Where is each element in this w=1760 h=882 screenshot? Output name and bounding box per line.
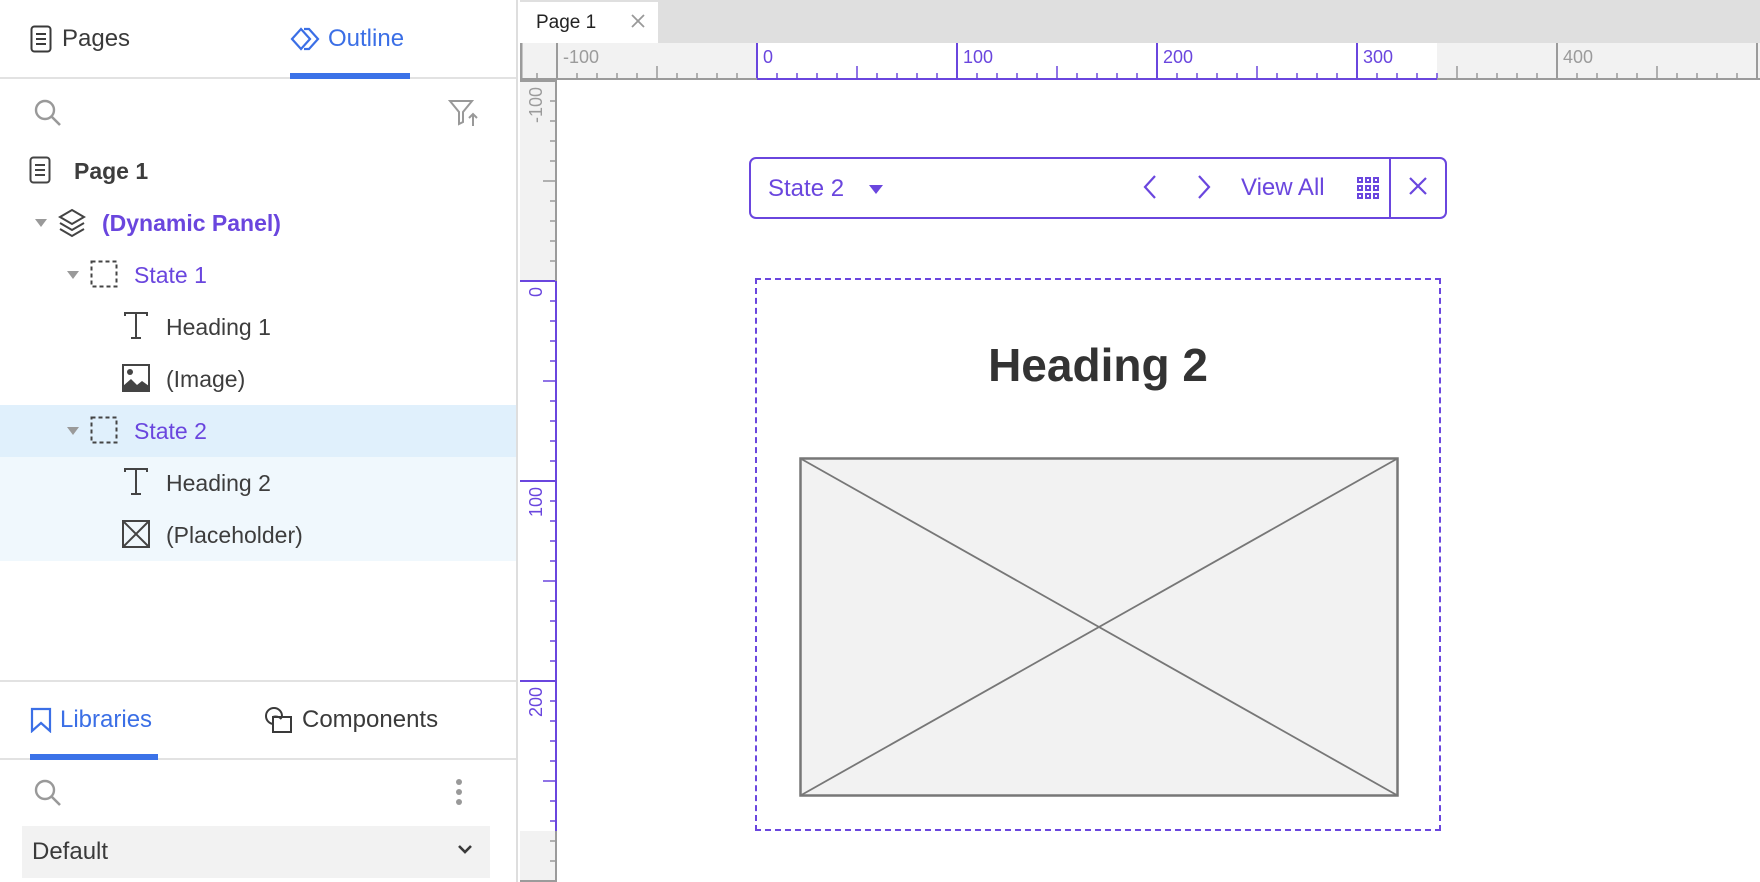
sidebar-tabs: Pages Outline (0, 0, 516, 79)
document-tab-page-1[interactable]: Page 1 (520, 2, 658, 43)
tree-item-heading-2[interactable]: Heading 2 (0, 457, 516, 509)
tab-libraries-label: Libraries (60, 706, 153, 733)
tree-item-placeholder[interactable]: (Placeholder) (0, 509, 516, 561)
tree-item-image[interactable]: (Image) (0, 353, 516, 405)
dynamic-panel-state-area[interactable]: Heading 2 (755, 278, 1441, 831)
dropdown-arrow-icon[interactable] (869, 185, 883, 194)
ruler-label: 400 (1563, 47, 1593, 67)
ruler-label: 0 (526, 287, 546, 297)
active-library-tab-indicator (30, 754, 158, 760)
tab-outline-label: Outline (328, 25, 405, 52)
tab-components-label: Components (302, 706, 439, 733)
library-select[interactable]: Default (22, 826, 490, 878)
chevron-left-icon (1143, 175, 1156, 199)
tree-item-label: Page 1 (74, 157, 149, 184)
expand-caret-icon[interactable] (67, 427, 79, 435)
tab-outline[interactable]: Outline (290, 0, 404, 78)
tab-libraries[interactable]: Libraries (30, 682, 152, 758)
left-sidebar: Pages Outline Page 1 (Dynamic Panel) Sta… (0, 0, 518, 882)
image-icon (122, 364, 152, 394)
ruler-label: 100 (526, 487, 546, 517)
ruler-label: 300 (1363, 47, 1393, 67)
placeholder-widget[interactable] (799, 457, 1399, 797)
tree-item-label: State 1 (134, 261, 207, 288)
tree-item-label: State 2 (134, 417, 207, 444)
placeholder-icon (122, 520, 152, 550)
tree-item-label: Heading 1 (166, 313, 271, 340)
ruler-label: -100 (526, 87, 546, 123)
outline-tree: Page 1 (Dynamic Panel) State 1 Heading 1 (0, 145, 516, 561)
previous-state-button[interactable] (1141, 173, 1159, 201)
active-tab-indicator (290, 73, 410, 79)
tree-item-dynamic-panel[interactable]: (Dynamic Panel) (0, 197, 516, 249)
view-all-button[interactable]: View All (1241, 174, 1325, 202)
design-canvas[interactable]: State 2 View All Heading 2 (557, 80, 1760, 882)
document-tab-bar: Page 1 (520, 0, 1760, 43)
ruler-label: 200 (1163, 47, 1193, 67)
vertical-ruler[interactable]: -100 0 100 200 (520, 80, 557, 882)
chevron-down-icon (456, 842, 474, 856)
close-tab-icon[interactable] (630, 13, 646, 29)
tree-item-label: (Image) (166, 365, 246, 392)
ruler-label: -100 (563, 47, 599, 67)
page-icon (28, 156, 58, 186)
library-search-icon[interactable] (33, 778, 63, 808)
tab-pages[interactable]: Pages (30, 0, 130, 78)
components-icon (264, 706, 294, 734)
tree-item-label: (Dynamic Panel) (102, 209, 281, 236)
state-icon (90, 416, 120, 446)
tree-item-page[interactable]: Page 1 (0, 145, 516, 197)
heading-widget[interactable]: Heading 2 (757, 338, 1439, 392)
next-state-button[interactable] (1195, 173, 1213, 201)
close-icon (1409, 177, 1427, 195)
ruler-label: 200 (526, 687, 546, 717)
text-icon (123, 312, 153, 342)
library-select-value: Default (32, 838, 109, 865)
document-tab-label: Page 1 (536, 11, 597, 33)
tree-item-heading-1[interactable]: Heading 1 (0, 301, 516, 353)
ruler-label: 0 (763, 47, 773, 67)
ruler-label: 100 (963, 47, 993, 67)
state-dropdown[interactable]: State 2 (768, 175, 844, 203)
layers-icon (58, 208, 88, 238)
tree-item-label: (Placeholder) (166, 521, 303, 548)
expand-caret-icon[interactable] (67, 271, 79, 279)
libraries-section: Libraries Components Default (0, 680, 516, 882)
dynamic-panel-state-toolbar: State 2 View All (749, 157, 1447, 219)
tree-item-label: Heading 2 (166, 469, 271, 496)
filter-icon[interactable] (448, 98, 480, 128)
search-icon[interactable] (33, 98, 63, 128)
more-options-icon[interactable] (455, 778, 463, 808)
tree-item-state-1[interactable]: State 1 (0, 249, 516, 301)
state-icon (90, 260, 120, 290)
text-icon (123, 468, 153, 498)
ruler-active-range (520, 281, 557, 831)
outline-search-row (0, 86, 516, 140)
tab-pages-label: Pages (62, 25, 131, 52)
close-state-editor-button[interactable] (1407, 175, 1429, 197)
page-icon (30, 25, 52, 53)
bookmark-icon (30, 707, 52, 733)
tree-item-state-2[interactable]: State 2 (0, 405, 516, 457)
chevron-right-icon (1198, 175, 1211, 199)
toolbar-divider (1389, 159, 1391, 217)
outline-icon (290, 26, 320, 52)
grid-icon[interactable] (1357, 177, 1379, 199)
expand-caret-icon[interactable] (35, 219, 47, 227)
library-tabs: Libraries Components (0, 682, 516, 760)
horizontal-ruler[interactable]: -100 0 100 200 300 400 (520, 43, 1760, 80)
tab-components[interactable]: Components (264, 682, 438, 758)
